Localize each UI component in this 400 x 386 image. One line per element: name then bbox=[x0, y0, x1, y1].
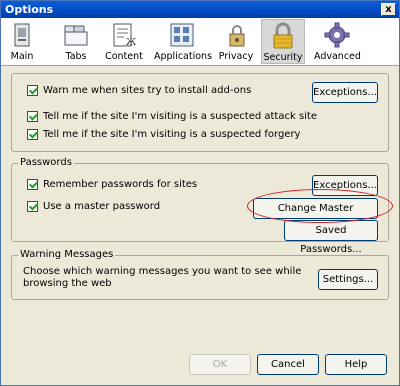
warning-messages-group: Warning Messages Choose which warning me… bbox=[11, 249, 389, 300]
forgery-checkbox-row[interactable]: Tell me if the site I'm visiting is a su… bbox=[27, 129, 300, 140]
master-password-checkbox[interactable] bbox=[27, 201, 38, 212]
addons-warning-label: Warn me when sites try to install add-on… bbox=[43, 85, 252, 96]
warning-messages-description: Choose which warning messages you want t… bbox=[23, 266, 302, 289]
security-group: Warn me when sites try to install add-on… bbox=[11, 73, 389, 152]
warning-messages-group-label: Warning Messages bbox=[18, 249, 116, 260]
addons-warning-checkbox-row[interactable]: Warn me when sites try to install add-on… bbox=[27, 85, 251, 96]
remember-passwords-checkbox-row[interactable]: Remember passwords for sites bbox=[27, 179, 197, 190]
annotation-ellipse bbox=[247, 189, 393, 223]
attack-site-checkbox-row[interactable]: Tell me if the site I'm visiting is a su… bbox=[27, 111, 317, 122]
tab-security-label: Security bbox=[263, 52, 303, 63]
svg-text:Ж: Ж bbox=[126, 38, 136, 48]
ok-button[interactable]: OK bbox=[189, 354, 251, 375]
preferences-toolbar: Main Tabs Ж Content Applications Privacy… bbox=[1, 18, 399, 66]
master-password-checkbox-row[interactable]: Use a master password bbox=[27, 201, 160, 212]
options-window: Options x Main Tabs Ж Content Applicatio… bbox=[0, 0, 400, 386]
attack-site-label: Tell me if the site I'm visiting is a su… bbox=[43, 111, 317, 122]
tab-applications[interactable]: Applications bbox=[154, 19, 213, 64]
tab-advanced-label: Advanced bbox=[314, 51, 361, 62]
title-bar[interactable]: Options x bbox=[1, 1, 399, 18]
main-icon bbox=[8, 21, 36, 49]
privacy-icon bbox=[222, 21, 250, 49]
help-button[interactable]: Help bbox=[325, 354, 387, 375]
tab-tabs[interactable]: Tabs bbox=[59, 19, 93, 64]
tab-privacy-label: Privacy bbox=[218, 51, 254, 62]
applications-icon bbox=[168, 21, 196, 49]
saved-passwords-button[interactable]: Saved Passwords... bbox=[284, 220, 378, 255]
tab-advanced[interactable]: Advanced bbox=[314, 19, 361, 64]
forgery-checkbox[interactable] bbox=[27, 129, 38, 140]
passwords-group-label: Passwords bbox=[18, 157, 74, 168]
tab-security[interactable]: Security bbox=[261, 19, 305, 64]
tab-main[interactable]: Main bbox=[5, 19, 39, 64]
warning-settings-button[interactable]: Settings... bbox=[318, 269, 378, 290]
tab-main-label: Main bbox=[10, 51, 34, 62]
tab-privacy[interactable]: Privacy bbox=[218, 19, 254, 64]
remember-passwords-checkbox[interactable] bbox=[27, 179, 38, 190]
cancel-button[interactable]: Cancel bbox=[257, 354, 319, 375]
tab-applications-label: Applications bbox=[154, 51, 213, 62]
gear-icon bbox=[323, 21, 351, 49]
close-button[interactable]: x bbox=[381, 3, 396, 16]
padlock-icon bbox=[269, 22, 297, 50]
addons-exceptions-button[interactable]: Exceptions... bbox=[312, 82, 378, 103]
tabs-icon bbox=[62, 21, 90, 49]
content-icon: Ж bbox=[110, 21, 138, 49]
window-title: Options bbox=[5, 3, 54, 16]
forgery-label: Tell me if the site I'm visiting is a su… bbox=[43, 129, 301, 140]
security-panel: Warn me when sites try to install add-on… bbox=[1, 66, 399, 385]
master-password-label: Use a master password bbox=[43, 201, 161, 212]
remember-passwords-label: Remember passwords for sites bbox=[43, 179, 198, 190]
tab-content[interactable]: Ж Content bbox=[104, 19, 144, 64]
addons-warning-checkbox[interactable] bbox=[27, 85, 38, 96]
attack-site-checkbox[interactable] bbox=[27, 111, 38, 122]
tab-tabs-label: Tabs bbox=[65, 51, 87, 62]
tab-content-label: Content bbox=[105, 51, 143, 62]
